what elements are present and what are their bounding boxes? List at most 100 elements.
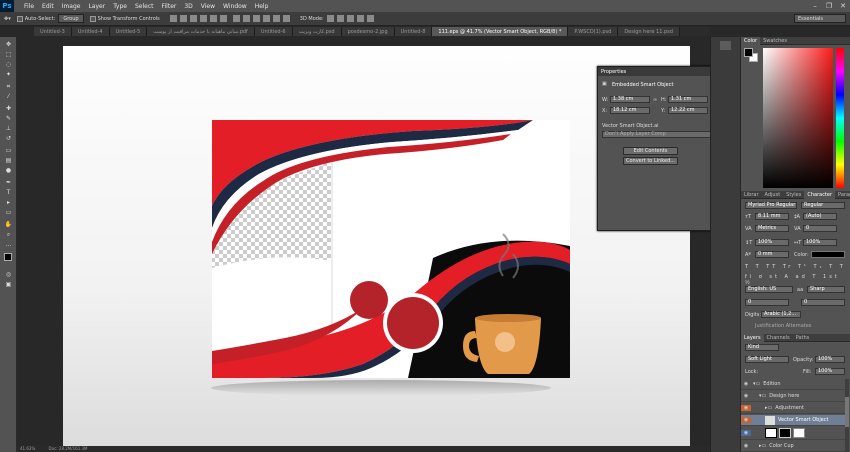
- tab-untitled-4[interactable]: Untitled-4: [71, 27, 110, 36]
- menu-filter[interactable]: Filter: [158, 3, 181, 10]
- zoom-tool-icon[interactable]: ⌕: [4, 231, 13, 238]
- distribute-top-icon[interactable]: [232, 15, 240, 22]
- vertical-scale-field[interactable]: 100%: [755, 239, 789, 246]
- dodge-tool-icon[interactable]: ●: [4, 167, 13, 174]
- tab-active-document[interactable]: 111.eps @ 41.7% (Vector Smart Object, RG…: [432, 27, 569, 36]
- move-tool-icon[interactable]: ✥: [4, 41, 13, 48]
- visibility-eye-icon[interactable]: ◉: [741, 443, 751, 449]
- align-left-icon[interactable]: [199, 15, 207, 22]
- type-tool-icon[interactable]: T: [4, 189, 13, 196]
- restore-button[interactable]: ❐: [822, 0, 836, 12]
- hue-slider[interactable]: [836, 48, 844, 188]
- char-extra-field-2[interactable]: 0: [801, 299, 845, 306]
- brush-tool-icon[interactable]: ✎: [4, 115, 13, 122]
- menu-3d[interactable]: 3D: [180, 3, 196, 10]
- distribute-left-icon[interactable]: [262, 15, 270, 22]
- tab-channels[interactable]: Channels: [764, 334, 793, 342]
- quick-mask-icon[interactable]: ◎: [4, 271, 13, 278]
- healing-brush-icon[interactable]: ✚: [4, 105, 13, 112]
- tab-swatches[interactable]: Swatches: [760, 37, 790, 45]
- digits-dropdown[interactable]: Arabic (1,2...: [761, 311, 801, 318]
- gradient-tool-icon[interactable]: ▤: [4, 157, 13, 164]
- justification-alternates-label[interactable]: Justification Alternates: [755, 323, 811, 329]
- visibility-eye-icon[interactable]: ◉: [741, 381, 751, 387]
- layer-row-adjustment[interactable]: ◉ ▸▭ Adjustment: [741, 403, 846, 414]
- font-size-field[interactable]: 8.11 mm: [755, 213, 789, 220]
- move-tool-icon[interactable]: ✥▾: [4, 16, 11, 22]
- tab-paragraph[interactable]: Parag: [835, 191, 850, 199]
- text-color-swatch[interactable]: [811, 251, 845, 258]
- menu-layer[interactable]: Layer: [84, 3, 109, 10]
- y-field[interactable]: 12.22 cm: [668, 107, 708, 114]
- properties-tab[interactable]: Properties: [601, 69, 626, 75]
- antialias-dropdown[interactable]: Sharp: [807, 286, 845, 293]
- clone-stamp-icon[interactable]: ⊥: [4, 125, 13, 132]
- layers-scroll-thumb[interactable]: [845, 397, 849, 427]
- menu-edit[interactable]: Edit: [38, 3, 58, 10]
- menu-help[interactable]: Help: [251, 3, 273, 10]
- layer-row-design-here[interactable]: ◉ ▾▭ Design here: [741, 391, 846, 402]
- kerning-field[interactable]: Metrics: [755, 225, 789, 232]
- crop-tool-icon[interactable]: ⌗: [4, 83, 13, 90]
- tab-untitled-8[interactable]: Untitled-8: [394, 27, 433, 36]
- tab-color[interactable]: Color: [741, 36, 761, 45]
- tab-design-here[interactable]: Design here 11.psd: [618, 27, 680, 36]
- tab-paths[interactable]: Paths: [793, 334, 813, 342]
- auto-select-dropdown[interactable]: Group: [58, 14, 84, 23]
- convert-to-linked-button[interactable]: Convert to Linked...: [623, 157, 678, 165]
- font-family-dropdown[interactable]: Myriad Pro Regular: [745, 202, 797, 209]
- tab-business-card[interactable]: کارت ویزیت.psd: [292, 27, 342, 36]
- font-style-dropdown[interactable]: Regular: [801, 202, 845, 209]
- 3d-roll-icon[interactable]: [336, 15, 344, 22]
- distribute-right-icon[interactable]: [282, 15, 290, 22]
- visibility-eye-icon[interactable]: ◉: [741, 405, 751, 411]
- zoom-level[interactable]: 41.63%: [20, 446, 35, 451]
- auto-select-checkbox[interactable]: [16, 15, 23, 22]
- tab-character[interactable]: Character: [804, 190, 836, 199]
- tab-libraries[interactable]: Librar: [741, 191, 762, 199]
- 3d-rotate-icon[interactable]: [326, 15, 334, 22]
- tracking-field[interactable]: 0: [803, 225, 837, 232]
- tab-untitled-3[interactable]: Untitled-3: [34, 27, 72, 36]
- align-middle-icon[interactable]: [179, 15, 187, 22]
- baseline-shift-field[interactable]: 0 mm: [755, 251, 789, 258]
- color-picker-field[interactable]: [763, 48, 833, 188]
- edit-contents-button[interactable]: Edit Contents: [623, 147, 678, 155]
- layer-row-edition[interactable]: ◉ ▾▭ Edition: [741, 379, 846, 390]
- tab-layers[interactable]: Layers: [741, 333, 764, 342]
- tab-pdf-file[interactable]: سانی ماهیانه با خدمات مراقبت از پوست.pdf: [147, 27, 255, 36]
- layer-row-mask[interactable]: ◉: [741, 427, 846, 440]
- layer-row-vector-smart-object[interactable]: ◉ Vector Smart Object: [741, 415, 846, 426]
- link-icon[interactable]: ∞: [653, 97, 657, 103]
- properties-header[interactable]: Properties ✕: [598, 67, 721, 76]
- hand-tool-icon[interactable]: ✋: [4, 221, 13, 228]
- menu-select[interactable]: Select: [131, 3, 158, 10]
- tab-adjustments[interactable]: Adjust: [762, 191, 784, 199]
- layer-comp-dropdown[interactable]: Don't Apply Layer Comp: [602, 131, 713, 138]
- opacity-field[interactable]: 100%: [815, 356, 845, 363]
- marquee-tool-icon[interactable]: ⬚: [4, 51, 13, 58]
- align-right-icon[interactable]: [219, 15, 227, 22]
- more-tools-icon[interactable]: …: [4, 241, 13, 248]
- distribute-middle-icon[interactable]: [242, 15, 250, 22]
- visibility-eye-icon[interactable]: ◉: [741, 417, 751, 423]
- fg-color-chip[interactable]: [744, 48, 753, 57]
- 3d-slide-icon[interactable]: [356, 15, 364, 22]
- layer-filter-dropdown[interactable]: Kind: [745, 344, 779, 351]
- align-bottom-icon[interactable]: [189, 15, 197, 22]
- blend-mode-dropdown[interactable]: Soft Light: [745, 356, 789, 363]
- align-top-icon[interactable]: [169, 15, 177, 22]
- fill-field[interactable]: 100%: [815, 368, 845, 375]
- menu-file[interactable]: File: [20, 3, 38, 10]
- screen-mode-icon[interactable]: ▣: [4, 281, 13, 288]
- close-button[interactable]: ✕: [836, 0, 850, 12]
- 3d-pan-icon[interactable]: [346, 15, 354, 22]
- pen-tool-icon[interactable]: ✒: [4, 179, 13, 186]
- menu-window[interactable]: Window: [219, 3, 251, 10]
- foreground-color-swatch[interactable]: [4, 253, 12, 261]
- magic-wand-icon[interactable]: ✦: [4, 71, 13, 78]
- lasso-tool-icon[interactable]: ◌: [4, 61, 13, 68]
- history-brush-icon[interactable]: ↺: [4, 135, 13, 142]
- history-panel-icon[interactable]: [720, 41, 731, 50]
- document-canvas[interactable]: [63, 46, 690, 449]
